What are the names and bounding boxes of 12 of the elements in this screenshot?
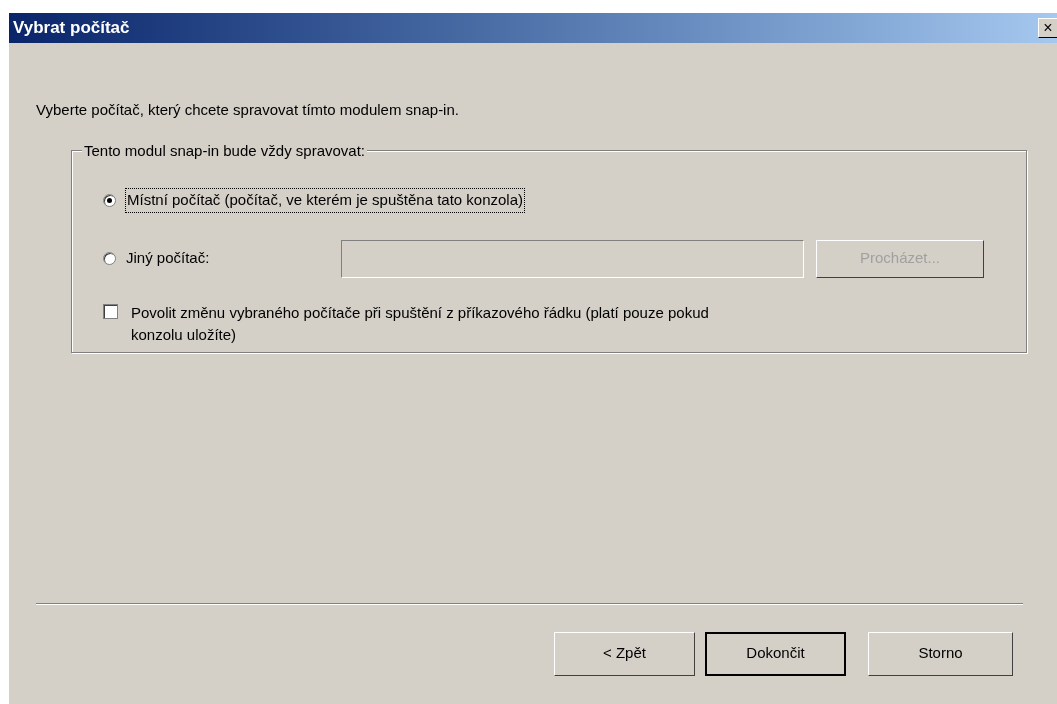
radio-label[interactable]: Jiný počítač: [126,247,331,270]
instruction-text: Vyberte počítač, který chcete spravovat tímto modulem snap-in. [36,100,460,120]
radio-button[interactable] [103,194,116,207]
radio-label[interactable]: Místní počítač (počítač, ve kterém je spuštěna tato konzola) [126,189,525,212]
dialog-button[interactable]: Dokončit [705,631,846,676]
checkbox-label[interactable]: Povolit změnu vybraného počítače při spuštění z příkazového řádku (platí pouze pokud konzolu uložíte) [131,301,731,346]
dialog-button[interactable]: Storno [868,631,1013,676]
window-title: Vybrat počítač [13,17,130,40]
dialog-button[interactable]: < Zpět [554,631,695,676]
checkbox[interactable] [103,303,118,319]
close-button[interactable]: × [1038,18,1057,38]
radio-button[interactable] [103,252,116,265]
